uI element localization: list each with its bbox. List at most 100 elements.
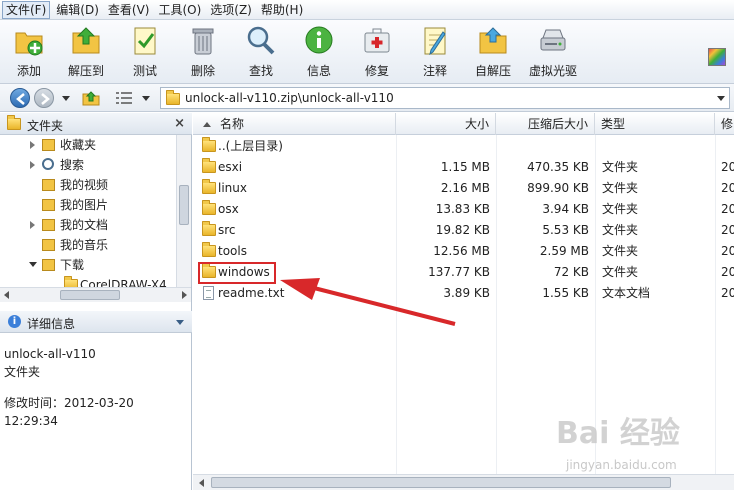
column-modified[interactable]: 修 [715,113,734,135]
menu-file[interactable]: 文件(F) [2,0,51,19]
scroll-thumb[interactable] [60,290,120,300]
menu-help[interactable]: 帮助(H) [258,0,306,20]
text-file-icon [203,286,214,300]
folder-icon [64,276,78,287]
file-row-tools[interactable]: tools 12.56 MB 2.59 MB 文件夹 20 [193,241,734,262]
folders-panel-header: 文件夹 × [0,113,192,135]
address-dropdown-icon[interactable] [717,96,725,101]
folder-icon [202,242,216,257]
folder-icon [202,221,216,236]
menu-edit[interactable]: 编辑(D) [53,0,102,20]
forward-arrow-icon [41,93,50,105]
details-title: 详细信息 [27,317,76,331]
left-panel: 文件夹 × 收藏夹 搜索 我的视频 我的图片 我的文档 我的音乐 下载 Core… [0,113,192,490]
menu-options[interactable]: 选项(Z) [207,0,255,20]
menu-view[interactable]: 查看(V) [105,0,153,20]
folder-icon [202,158,216,173]
scroll-thumb[interactable] [179,185,189,225]
annotation-arrow [280,278,456,326]
document-folder-icon [42,219,55,231]
download-folder-icon [42,259,55,271]
folder-icon [202,137,216,152]
comment-button[interactable]: 注释 [407,24,463,82]
history-dropdown-icon[interactable] [62,96,70,101]
sfx-button[interactable]: 自解压 [465,24,521,82]
up-folder-icon[interactable] [82,90,100,109]
test-icon [129,24,161,58]
extract-to-button[interactable]: 解压到 [58,24,114,82]
view-dropdown-icon[interactable] [142,96,150,101]
details-panel-header[interactable]: i 详细信息 [0,311,192,333]
column-header-row: 名称 大小 压缩后大小 类型 修 [193,113,734,135]
info-icon: i [8,315,21,328]
menu-tools[interactable]: 工具(O) [155,0,204,20]
highlight-box [198,262,276,284]
column-size[interactable]: 大小 [396,113,496,135]
view-list-icon[interactable] [116,92,132,107]
virtual-drive-button[interactable]: 虚拟光驱 [525,24,581,82]
column-type[interactable]: 类型 [595,113,715,135]
disc-drive-icon [537,24,569,58]
toolbar: 添加 解压到 测试 删除 查找 信息 修复 注释 自解压 虚拟光驱 [0,20,734,84]
folder-icon [202,200,216,215]
tree-vertical-scrollbar[interactable] [176,135,191,287]
add-icon [13,24,45,58]
file-row-parent[interactable]: ..(上层目录) [193,136,734,157]
delete-button[interactable]: 删除 [175,24,231,82]
info-button[interactable]: 信息 [291,24,347,82]
file-row-src[interactable]: src 19.82 KB 5.53 KB 文件夹 20 [193,220,734,241]
theme-color-icon[interactable] [708,48,726,66]
scroll-thumb[interactable] [211,477,671,488]
expand-icon[interactable] [30,141,35,149]
find-button[interactable]: 查找 [233,24,289,82]
watermark-logo: Bai 经验 [556,416,680,451]
folder-tree: 收藏夹 搜索 我的视频 我的图片 我的文档 我的音乐 下载 CorelDRAW-… [0,135,176,287]
tree-horizontal-scrollbar[interactable] [0,287,191,302]
favorites-icon [42,139,55,151]
add-button[interactable]: 添加 [1,24,57,82]
close-icon[interactable]: × [174,116,185,131]
forward-button[interactable] [34,88,54,108]
expand-icon[interactable] [30,161,35,169]
picture-folder-icon [42,199,55,211]
column-name[interactable]: 名称 [193,113,396,135]
folders-title: 文件夹 [27,119,64,133]
details-name: unlock-all-v110 [4,347,96,361]
file-row-esxi[interactable]: esxi 1.15 MB 470.35 KB 文件夹 20 [193,157,734,178]
folder-icon [7,115,21,130]
details-modified: 修改时间：2012-03-20 12:29:34 [4,396,134,428]
scroll-left-icon[interactable] [4,291,9,299]
file-row-osx[interactable]: osx 13.83 KB 3.94 KB 文件夹 20 [193,199,734,220]
watermark-url: jingyan.baidu.com [566,458,677,472]
trash-icon [187,24,219,58]
video-folder-icon [42,179,55,191]
expand-icon[interactable] [30,221,35,229]
test-button[interactable]: 测试 [117,24,173,82]
folder-icon [202,179,216,194]
info-icon [303,24,335,58]
first-aid-kit-icon [361,24,393,58]
address-bar: unlock-all-v110.zip\unlock-all-v110 [0,84,734,112]
music-folder-icon [42,239,55,251]
extract-to-icon [70,24,102,58]
sfx-folder-icon [477,24,509,58]
file-list-horizontal-scrollbar[interactable] [193,474,734,490]
sort-up-icon [203,122,211,127]
back-arrow-icon [16,93,25,105]
file-row-linux[interactable]: linux 2.16 MB 899.90 KB 文件夹 20 [193,178,734,199]
details-type: 文件夹 [4,365,41,379]
menu-bar: 文件(F) 编辑(D) 查看(V) 工具(O) 选项(Z) 帮助(H) [0,0,734,20]
folder-icon [166,90,180,105]
address-input[interactable]: unlock-all-v110.zip\unlock-all-v110 [160,87,730,109]
magnifier-icon [245,24,277,58]
search-icon [42,158,54,170]
chevron-down-icon[interactable] [176,320,184,325]
notepad-pencil-icon [419,24,451,58]
repair-button[interactable]: 修复 [349,24,405,82]
column-packed-size[interactable]: 压缩后大小 [496,113,595,135]
address-path: unlock-all-v110.zip\unlock-all-v110 [185,91,394,105]
scroll-left-icon[interactable] [199,479,204,487]
scroll-right-icon[interactable] [182,291,187,299]
collapse-icon[interactable] [29,262,37,267]
back-button[interactable] [10,88,30,108]
